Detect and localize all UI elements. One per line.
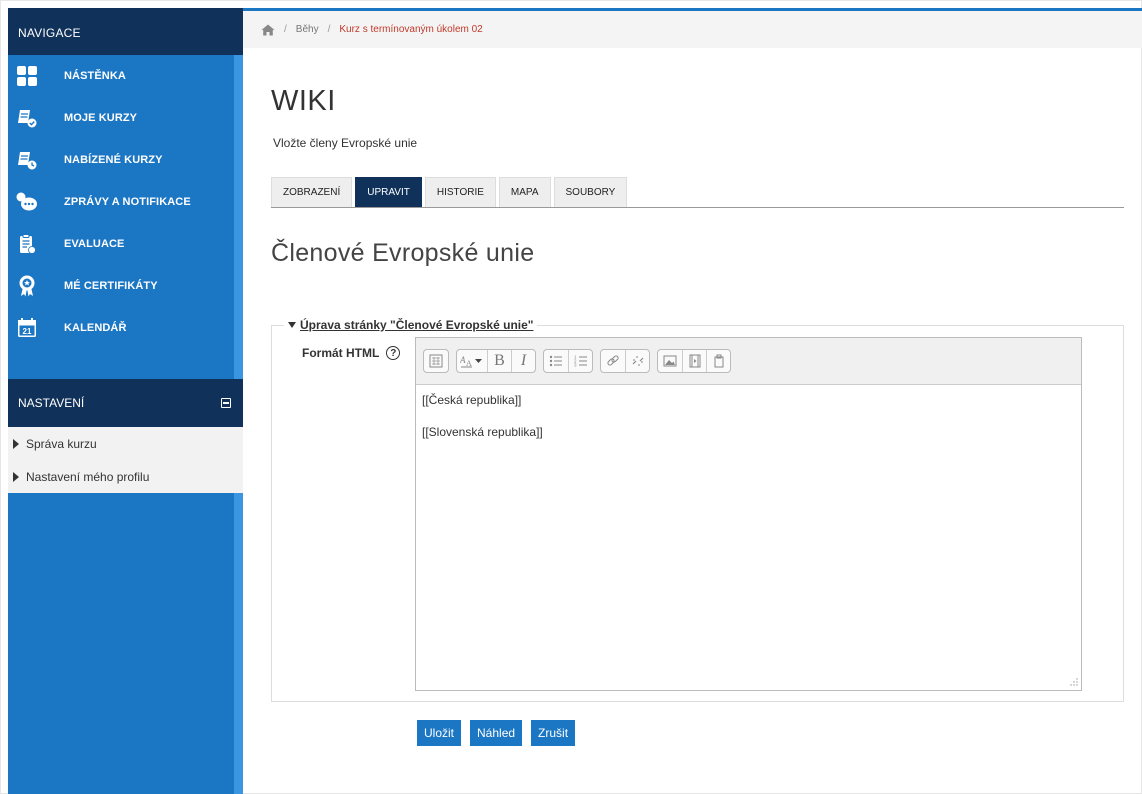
breadcrumb-separator: / <box>327 24 331 35</box>
link-icon[interactable] <box>601 350 625 372</box>
breadcrumb-link-runs[interactable]: Běhy <box>296 24 319 35</box>
svg-text:3: 3 <box>574 363 577 368</box>
legend-text: Úprava stránky "Členové Evropské unie" <box>300 318 534 332</box>
settings-item-profile-settings[interactable]: Nastavení mého profilu <box>8 460 243 493</box>
unlink-icon[interactable] <box>625 350 649 372</box>
tab-edit[interactable]: UPRAVIT <box>355 177 422 207</box>
settings-item-course-admin[interactable]: Správa kurzu <box>8 427 243 460</box>
sidebar: NAVIGACE NÁSTĚNKA MOJE KURZY NABÍZENÉ KU… <box>8 8 243 794</box>
messages-icon <box>16 191 38 213</box>
nav-item-label: MÉ CERTIFIKÁTY <box>64 280 158 292</box>
resize-grip-icon[interactable] <box>1070 678 1078 686</box>
wiki-page-heading: Členové Evropské unie <box>271 239 535 267</box>
collapse-triangle-icon <box>288 322 296 328</box>
settings-item-label: Nastavení mého profilu <box>26 469 150 484</box>
settings-header: NASTAVENÍ <box>8 379 243 427</box>
breadcrumb: / Běhy / Kurz s termínovaným úkolem 02 <box>243 8 1142 48</box>
nav-item-label: NÁSTĚNKA <box>64 70 126 82</box>
toolbar-group-media <box>657 349 731 373</box>
field-label-text: Formát HTML <box>302 346 380 360</box>
image-icon[interactable] <box>658 350 682 372</box>
nav-item-dashboard[interactable]: NÁSTĚNKA <box>8 55 243 97</box>
field-label: Formát HTML ? <box>302 346 401 360</box>
editor-line: [[Česká republika]] <box>422 393 522 407</box>
toolbar-group-lists: 123 <box>543 349 593 373</box>
editor-content[interactable]: [[Česká republika]] [[Slovenská republik… <box>416 385 1081 689</box>
calendar-day-text: 21 <box>23 327 32 336</box>
main-content: WIKI Vložte členy Evropské unie ZOBRAZEN… <box>271 48 1124 746</box>
page-subtitle: Vložte členy Evropské unie <box>273 136 418 150</box>
settings-title: NASTAVENÍ <box>18 396 85 410</box>
nav-item-label: EVALUACE <box>64 238 125 250</box>
dashboard-icon <box>16 65 38 87</box>
nav-item-calendar[interactable]: 21 KALENDÁŘ <box>8 307 243 349</box>
breadcrumb-link-course[interactable]: Kurz s termínovaným úkolem 02 <box>339 24 482 35</box>
nav-item-evaluation[interactable]: EVALUACE <box>8 223 243 265</box>
italic-button[interactable]: I <box>511 350 535 372</box>
home-icon[interactable] <box>261 24 275 36</box>
editor-line: [[Slovenská republika]] <box>422 425 543 439</box>
settings-list: Správa kurzu Nastavení mého profilu <box>8 427 243 493</box>
nav-item-label: KALENDÁŘ <box>64 322 127 334</box>
preview-button[interactable]: Náhled <box>470 720 523 746</box>
navigation-list: NÁSTĚNKA MOJE KURZY NABÍZENÉ KURZY ZPRÁV… <box>8 55 243 349</box>
fieldset-legend[interactable]: Úprava stránky "Členové Evropské unie" <box>284 318 538 332</box>
tab-files[interactable]: SOUBORY <box>553 177 628 207</box>
navigation-title: NAVIGACE <box>8 8 243 55</box>
calendar-icon: 21 <box>16 317 38 339</box>
certificate-icon <box>16 275 38 297</box>
edit-fieldset: Úprava stránky "Členové Evropské unie" F… <box>271 318 1124 702</box>
bold-button[interactable]: B <box>487 350 511 372</box>
evaluation-icon <box>16 233 38 255</box>
toolbar-toggle-icon[interactable] <box>424 350 448 372</box>
nav-item-messages[interactable]: ZPRÁVY A NOTIFIKACE <box>8 181 243 223</box>
unordered-list-icon[interactable] <box>544 350 568 372</box>
save-button[interactable]: Uložit <box>417 720 462 746</box>
tab-map[interactable]: MAPA <box>498 177 551 207</box>
editor-toolbar: AA B I 123 <box>416 338 1081 385</box>
nav-item-my-courses[interactable]: MOJE KURZY <box>8 97 243 139</box>
toolbar-group-toggle <box>423 349 449 373</box>
nav-item-label: NABÍZENÉ KURZY <box>64 154 163 166</box>
media-icon[interactable] <box>682 350 706 372</box>
ordered-list-icon[interactable]: 123 <box>568 350 592 372</box>
nav-item-offered-courses[interactable]: NABÍZENÉ KURZY <box>8 139 243 181</box>
expand-triangle-icon <box>13 471 19 482</box>
font-style-icon[interactable]: AA <box>457 350 487 372</box>
settings-item-label: Správa kurzu <box>26 436 97 451</box>
offered-courses-icon <box>16 149 38 171</box>
courses-icon <box>16 107 38 129</box>
expand-triangle-icon <box>13 438 19 449</box>
manage-files-icon[interactable] <box>706 350 730 372</box>
nav-item-label: MOJE KURZY <box>64 112 138 124</box>
nav-item-label: ZPRÁVY A NOTIFIKACE <box>64 196 191 208</box>
tab-view[interactable]: ZOBRAZENÍ <box>271 177 353 207</box>
toolbar-group-links <box>600 349 650 373</box>
tab-bar: ZOBRAZENÍ UPRAVIT HISTORIE MAPA SOUBORY <box>271 177 1124 208</box>
html-editor: AA B I 123 [[Česká republika]] [[Slovens… <box>415 337 1082 691</box>
breadcrumb-separator: / <box>284 24 287 35</box>
tab-history[interactable]: HISTORIE <box>424 177 496 207</box>
toolbar-group-style: AA B I <box>456 349 536 373</box>
page-title: WIKI <box>271 85 336 117</box>
nav-item-certificates[interactable]: MÉ CERTIFIKÁTY <box>8 265 243 307</box>
form-buttons: Uložit Náhled Zrušit <box>417 720 584 746</box>
collapse-icon[interactable] <box>221 398 231 408</box>
help-icon[interactable]: ? <box>386 346 401 360</box>
cancel-button[interactable]: Zrušit <box>531 720 576 746</box>
